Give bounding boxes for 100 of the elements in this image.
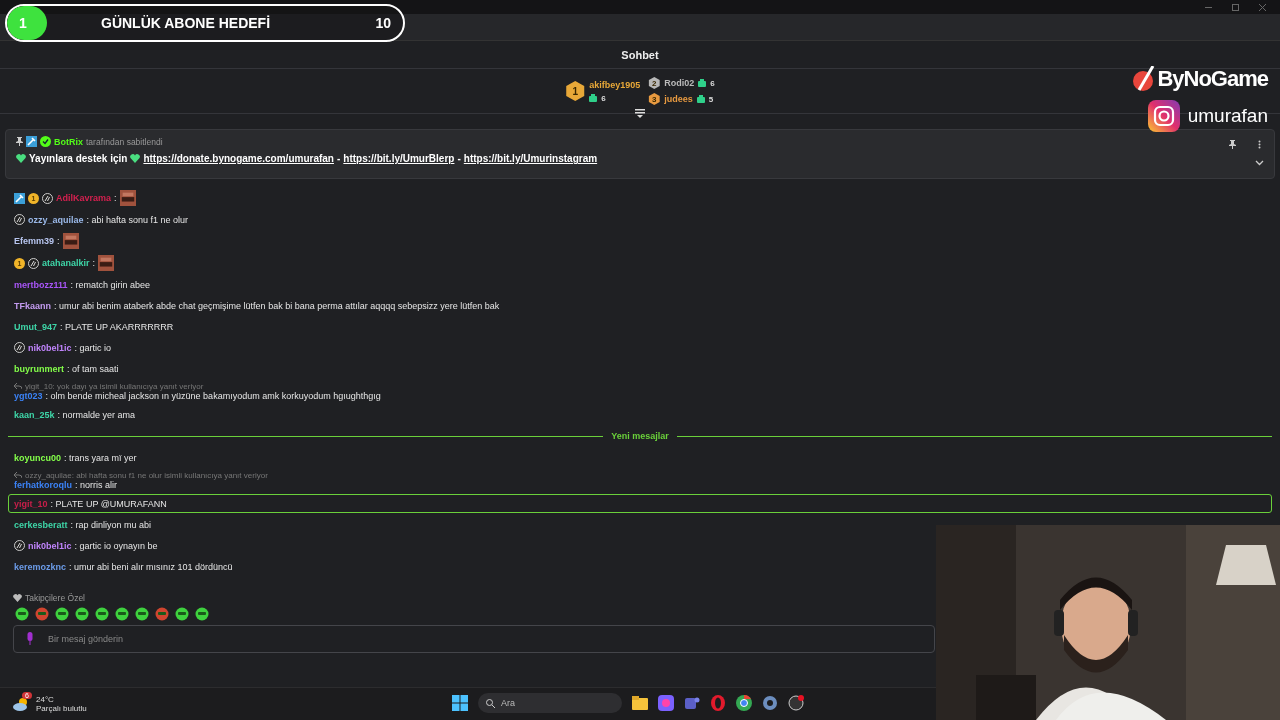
- chat-username[interactable]: nik0bel1ic: [28, 342, 72, 353]
- chat-message-text: : PLATE UP @UMURAFANN: [50, 498, 167, 509]
- og-badge-icon: [14, 342, 25, 353]
- chat-username[interactable]: ferhatkoroqlu: [14, 480, 72, 490]
- reply-context: yigit_10: yok dayı ya isimli kullanıcıya yanıt veriyor: [25, 382, 204, 391]
- emote-icon[interactable]: [75, 607, 89, 621]
- chevron-down-icon[interactable]: [1255, 160, 1264, 166]
- chat-message-text: : rematch girin abee: [70, 279, 151, 290]
- chrome-icon[interactable]: [736, 695, 752, 711]
- minimize-icon[interactable]: [1205, 6, 1212, 8]
- chat-username[interactable]: keremozknc: [14, 561, 67, 572]
- chat-message-text: : normalde yer ama: [57, 409, 136, 420]
- pin-icon[interactable]: [1229, 140, 1236, 149]
- goal-target: 10: [375, 15, 391, 31]
- chat-username[interactable]: mertbozz111: [14, 279, 68, 290]
- gift-icon: [698, 79, 707, 87]
- rank-badge: 3: [648, 93, 661, 105]
- windows-start-icon[interactable]: [452, 695, 468, 711]
- weather-icon[interactable]: [12, 697, 30, 711]
- chat-message-text: : umur abi benim ataberk abde chat geçmişime lütfen bak bi bana perma attılar aqqqq sebepsizz yere lütfen bak: [54, 300, 500, 311]
- brand-name: ByNoGame: [1157, 66, 1268, 92]
- new-messages-label: Yeni mesajlar: [611, 431, 669, 441]
- og-badge-icon: [42, 192, 53, 204]
- chat-username[interactable]: Umut_947: [14, 321, 58, 332]
- reply-context: ozzy_aquilae: abi hafta sonu f1 ne olur isimli kullanıcıya yanıt veriyor: [25, 471, 268, 480]
- chat-message-text: : gartic io: [74, 342, 112, 353]
- folder-icon[interactable]: [632, 696, 648, 710]
- chat-username[interactable]: kaan_25k: [14, 409, 55, 420]
- wrench-icon: [26, 136, 37, 147]
- pinned-link[interactable]: https://bit.ly/Umurinstagram: [463, 153, 598, 164]
- og-badge-icon: [14, 540, 25, 551]
- chat-username[interactable]: cerkesberatt: [14, 519, 68, 530]
- opera-icon[interactable]: [710, 695, 726, 711]
- search-field[interactable]: Ara: [478, 693, 622, 713]
- rank-badge: 2: [648, 77, 661, 89]
- microphone-icon[interactable]: [26, 632, 34, 645]
- chat-username[interactable]: atahanalkir: [42, 258, 90, 268]
- wrench-icon: [14, 192, 25, 204]
- separator: -: [336, 153, 341, 164]
- chat-username[interactable]: ygt023: [14, 391, 43, 401]
- chat-message-text: : abi hafta sonu f1 ne olur: [86, 214, 189, 225]
- heart-icon: [13, 594, 22, 602]
- emote-icon[interactable]: [55, 607, 69, 621]
- chat-message-text: : norris alir: [75, 480, 118, 490]
- maximize-icon[interactable]: [1232, 3, 1239, 11]
- gift-icon: [589, 94, 598, 102]
- chat-message-text: : rap dinliyon mu abi: [70, 519, 152, 530]
- chat-username[interactable]: ozzy_aquilae: [28, 214, 84, 225]
- brand-logo-icon: [1133, 66, 1156, 92]
- leaderboard-name: judees: [664, 94, 693, 104]
- og-badge-icon: [14, 214, 25, 225]
- chat-message-text: : of tam saati: [67, 363, 119, 374]
- pinned-text: Yayınlara destek için: [29, 153, 128, 164]
- chat-message-text: :: [57, 236, 60, 246]
- emote-icon[interactable]: [35, 607, 49, 621]
- weather-text: Parçalı bulutlu: [36, 704, 87, 713]
- chat-username[interactable]: TFkaann: [14, 300, 51, 311]
- pin-icon: [16, 137, 23, 146]
- separator: -: [457, 153, 461, 164]
- search-icon: [486, 698, 495, 708]
- goal-count: 1: [19, 15, 28, 31]
- chat-username[interactable]: Efemm39: [14, 236, 55, 246]
- emote-icon[interactable]: [95, 607, 109, 621]
- verified-icon: [40, 136, 51, 147]
- chat-message-text: :: [114, 193, 117, 203]
- close-icon[interactable]: [1259, 3, 1266, 11]
- chat-title: Sohbet: [621, 48, 659, 61]
- emote-icon[interactable]: [155, 607, 169, 621]
- heart-icon: [130, 154, 141, 163]
- temperature: 24°C: [36, 695, 55, 704]
- pinned-link[interactable]: https://bit.ly/UmurBlerp: [343, 153, 455, 164]
- chat-message-text: : olm bende micheal jackson ın yüzüne bakamıyodum amk korkuyodum hgıughthgıg: [45, 391, 381, 401]
- emote-icon[interactable]: [135, 607, 149, 621]
- chat-message-text: :: [92, 258, 96, 268]
- chat-username[interactable]: buyrunmert: [14, 363, 64, 374]
- og-badge-icon: [28, 257, 39, 269]
- chat-username[interactable]: nik0bel1ic: [28, 540, 72, 551]
- gift-count: 6: [710, 78, 715, 88]
- instagram-icon: [1147, 100, 1180, 132]
- leaderboard-name: Rodi02: [664, 78, 695, 88]
- pinner-name[interactable]: BotRix: [54, 136, 83, 147]
- message-input[interactable]: Bir mesaj gönderin: [13, 625, 935, 653]
- pinned-link[interactable]: https://donate.bynogame.com/umurafan: [143, 153, 334, 164]
- gift-count: 6: [601, 93, 606, 103]
- emote-section-title: Takipçilere Özel: [25, 593, 85, 603]
- emote-icon[interactable]: [15, 607, 29, 621]
- emote-icon[interactable]: [175, 607, 189, 621]
- pinned-by-label: tarafından sabitlendi: [86, 136, 163, 147]
- gift-count: 5: [708, 94, 714, 104]
- emote-icon[interactable]: [195, 607, 209, 621]
- chat-username[interactable]: koyuncu00: [14, 452, 62, 463]
- more-icon[interactable]: [1258, 140, 1261, 149]
- heart-icon: [16, 154, 26, 163]
- collapse-icon[interactable]: [635, 109, 645, 118]
- emote-icon[interactable]: [115, 607, 129, 621]
- chat-message-text: : trans yara mï yer: [64, 452, 137, 463]
- leaderboard-name: akifbey1905: [589, 79, 641, 90]
- gift-icon: [696, 95, 705, 103]
- goal-title: GÜNLÜK ABONE HEDEFİ: [101, 15, 272, 31]
- app-icon[interactable]: [762, 695, 778, 711]
